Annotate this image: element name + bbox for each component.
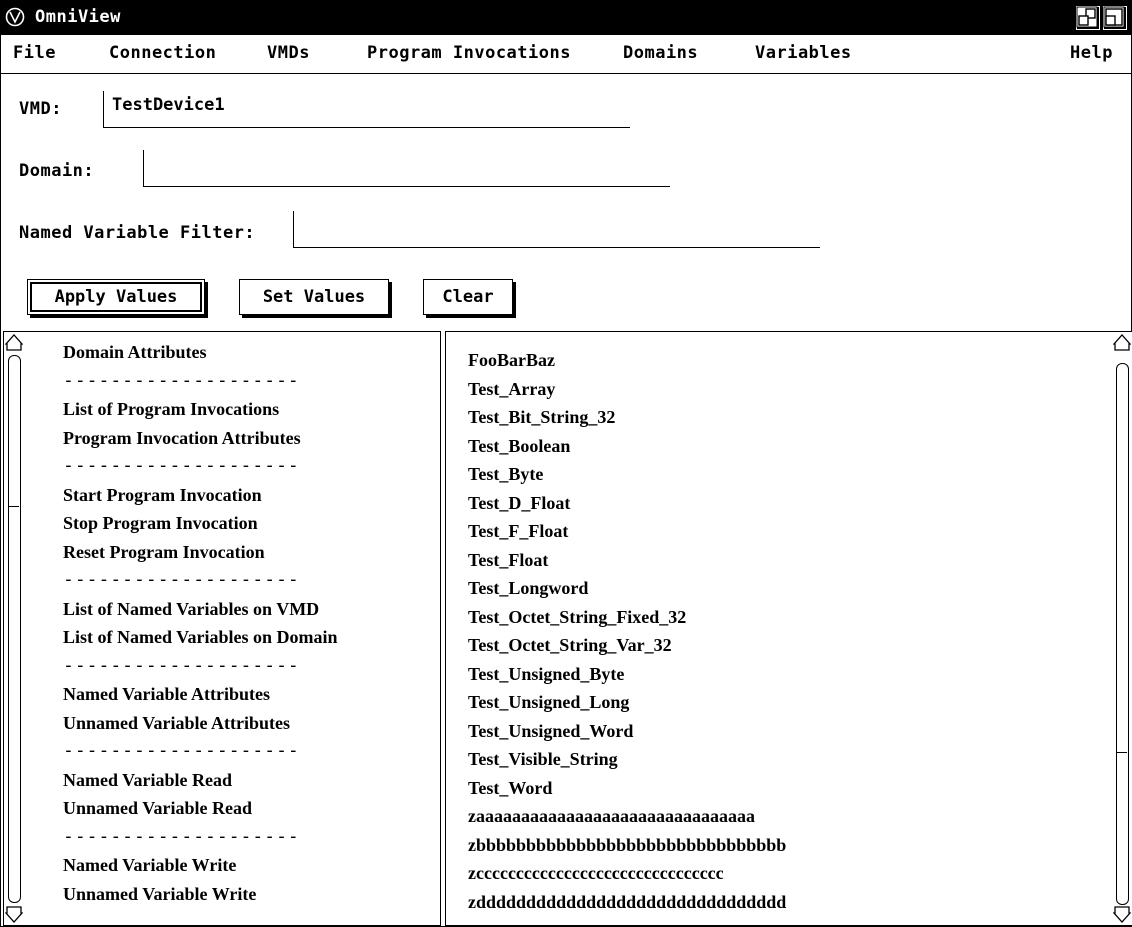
operations-panel: Domain Attributes -------------------- Lis… (3, 331, 441, 926)
separator: -------------------- (63, 569, 300, 590)
variable-item[interactable]: Test_Boolean (468, 432, 786, 461)
menu-file[interactable]: File (13, 43, 56, 63)
variable-item[interactable]: zddddddddddddddddddddddddddddddd (468, 888, 786, 917)
separator: -------------------- (63, 455, 300, 476)
set-values-button[interactable]: Set Values (239, 279, 389, 315)
apply-values-button[interactable]: Apply Values (27, 279, 205, 315)
operation-item[interactable]: Domain Attributes (63, 338, 338, 367)
variable-item[interactable]: Test_F_Float (468, 517, 786, 546)
operation-item[interactable]: List of Program Invocations (63, 395, 338, 424)
variable-item[interactable]: Test_Longword (468, 574, 786, 603)
named-variable-filter-input[interactable] (294, 211, 820, 235)
variable-item[interactable]: Test_Unsigned_Byte (468, 660, 786, 689)
variable-item[interactable]: Test_Unsigned_Long (468, 688, 786, 717)
operations-scrollbar[interactable] (5, 333, 23, 924)
menu-vmds[interactable]: VMDs (267, 43, 310, 63)
scroll-up-arrow-icon[interactable] (1113, 333, 1131, 353)
variable-item[interactable]: Test_D_Float (468, 489, 786, 518)
vmd-input[interactable] (104, 91, 630, 115)
variable-item[interactable]: Test_Array (468, 375, 786, 404)
variables-scroll-trough[interactable] (1116, 363, 1129, 905)
variable-item[interactable]: FooBarBaz (468, 346, 786, 375)
variable-item[interactable]: Test_Octet_String_Fixed_32 (468, 603, 786, 632)
vmd-field[interactable] (103, 91, 630, 128)
filter-label: Named Variable Filter: (19, 223, 256, 243)
operation-item[interactable]: Stop Program Invocation (63, 509, 338, 538)
separator: -------------------- (63, 825, 300, 847)
variable-item[interactable]: zbbbbbbbbbbbbbbbbbbbbbbbbbbbbbbb (468, 831, 786, 860)
operation-item[interactable]: Named Variable Write (63, 851, 338, 880)
separator: -------------------- (63, 654, 300, 676)
scroll-down-arrow-icon[interactable] (1113, 904, 1131, 924)
operation-item[interactable]: Unnamed Variable Write (63, 880, 338, 909)
variable-item[interactable]: Test_Byte (468, 460, 786, 489)
operation-item[interactable]: List of Named Variables on Domain (63, 623, 338, 652)
operations-scroll-trough[interactable] (8, 355, 21, 903)
variable-item[interactable]: Test_Bit_String_32 (468, 403, 786, 432)
omniview-window: OmniView File Connection VMDs Program In… (0, 0, 1132, 927)
menu-bar: File Connection VMDs Program Invocations… (1, 35, 1131, 74)
operation-item[interactable]: Program Invocation Attributes (63, 424, 338, 453)
variables-panel: FooBarBaz Test_Array Test_Bit_String_32 Tes… (445, 331, 1132, 926)
scroll-down-arrow-icon[interactable] (5, 904, 23, 924)
named-variable-filter-field[interactable] (293, 211, 820, 248)
menu-connection[interactable]: Connection (109, 43, 216, 63)
domain-label: Domain: (19, 161, 95, 181)
domain-field[interactable] (143, 150, 670, 187)
window-title: OmniView (35, 7, 121, 27)
variable-item[interactable]: Test_Float (468, 546, 786, 575)
menu-variables[interactable]: Variables (755, 43, 852, 63)
domain-input[interactable] (144, 150, 670, 174)
variable-item[interactable]: Test_Unsigned_Word (468, 717, 786, 746)
separator: -------------------- (63, 369, 300, 391)
variable-item[interactable]: Test_Octet_String_Var_32 (468, 631, 786, 660)
menu-domains[interactable]: Domains (623, 43, 698, 63)
maximize-icon[interactable] (1103, 6, 1127, 30)
operation-item[interactable]: Reset Program Invocation (63, 538, 338, 567)
variables-scrollbar[interactable] (1113, 333, 1131, 924)
operation-item[interactable]: List of Named Variables on VMD (63, 595, 338, 624)
title-bar[interactable]: OmniView (1, 1, 1131, 35)
variable-item[interactable]: zaaaaaaaaaaaaaaaaaaaaaaaaaaaaaaa (468, 802, 786, 831)
operation-item[interactable]: Named Variable Attributes (63, 680, 338, 709)
operations-scroll-thumb[interactable] (8, 506, 19, 507)
variable-item[interactable]: Test_Visible_String (468, 745, 786, 774)
scroll-up-arrow-icon[interactable] (5, 333, 23, 353)
variable-item[interactable]: Test_Word (468, 774, 786, 803)
window-menu-icon[interactable] (5, 7, 25, 27)
menu-program-invocations[interactable]: Program Invocations (367, 43, 571, 63)
operation-item[interactable]: Named Variable Read (63, 766, 338, 795)
variables-list: FooBarBaz Test_Array Test_Bit_String_32 Tes… (468, 346, 786, 916)
clear-button[interactable]: Clear (423, 279, 513, 315)
operations-list: Domain Attributes -------------------- Lis… (63, 338, 338, 908)
operation-item[interactable]: Start Program Invocation (63, 481, 338, 510)
separator: -------------------- (63, 740, 300, 761)
operation-item[interactable]: Unnamed Variable Attributes (63, 709, 338, 738)
iconify-icon[interactable] (1076, 6, 1100, 30)
variable-item[interactable]: zccccccccccccccccccccccccccccccc (468, 859, 786, 888)
variables-scroll-thumb[interactable] (1116, 752, 1127, 753)
vmd-label: VMD: (19, 99, 62, 119)
operation-item[interactable]: Unnamed Variable Read (63, 794, 338, 823)
menu-help[interactable]: Help (1070, 43, 1113, 63)
